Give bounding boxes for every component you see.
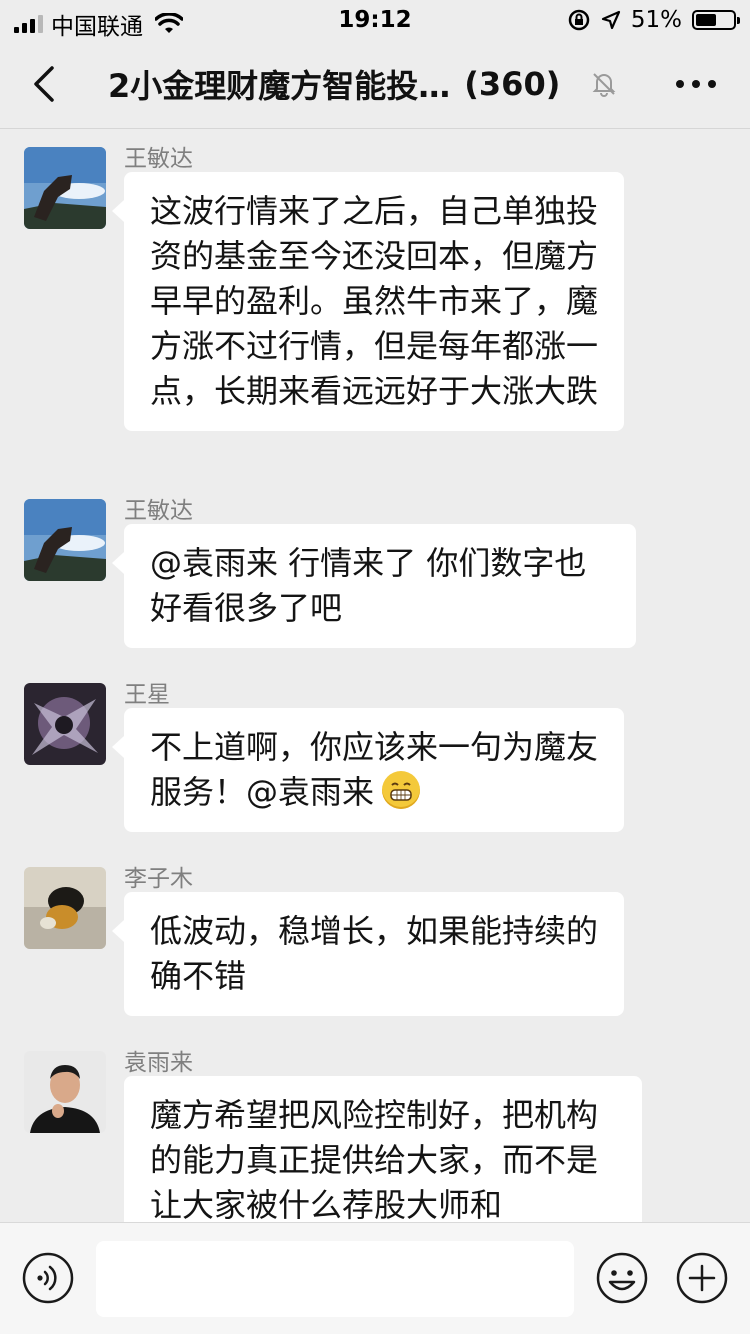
input-bar: [0, 1222, 750, 1334]
avatar[interactable]: [24, 499, 106, 581]
status-bar-right: 51%: [567, 7, 740, 33]
message-bubble[interactable]: 不上道啊，你应该来一句为魔友服务！@袁雨来: [112, 708, 624, 832]
sender-name: 王星: [124, 682, 170, 708]
rotation-lock-icon: [568, 9, 590, 31]
message-bubble[interactable]: 这波行情来了之后，自己单独投资的基金至今还没回本，但魔方早早的盈利。虽然牛市来了…: [112, 172, 624, 431]
plus-icon: [676, 1252, 728, 1304]
battery-percentage: 51%: [630, 7, 682, 33]
message-input[interactable]: [96, 1241, 574, 1317]
chevron-left-icon: [34, 66, 54, 102]
group-name: 2小金理财魔方智能投…: [108, 67, 451, 105]
message-bubble[interactable]: 魔方希望把风险控制好，把机构的能力真正提供给大家，而不是让大家被什么荐股大师和: [124, 1076, 642, 1222]
message-text: 不上道啊，你应该来一句为魔友服务！@袁雨来: [150, 728, 599, 811]
sender-name: 袁雨来: [124, 1050, 193, 1076]
chat-messages[interactable]: 王敏达 这波行情来了之后，自己单独投资的基金至今还没回本，但魔方早早的盈利。虽然…: [0, 129, 750, 1222]
message-text: @袁雨来 行情来了 你们数字也好看很多了吧: [150, 544, 587, 627]
grin-emoji-icon: [382, 771, 421, 809]
more-options-button[interactable]: [676, 72, 716, 96]
message-bubble[interactable]: 低波动，稳增长，如果能持续的确不错: [112, 892, 624, 1016]
sender-name: 王敏达: [124, 498, 193, 524]
member-count: (360): [464, 65, 561, 103]
voice-icon: [22, 1252, 74, 1304]
message-text: 低波动，稳增长，如果能持续的确不错: [150, 912, 599, 995]
voice-input-button[interactable]: [22, 1252, 74, 1304]
avatar[interactable]: [24, 147, 106, 229]
battery-icon: [692, 10, 740, 30]
message-text: 这波行情来了之后，自己单独投资的基金至今还没回本，但魔方早早的盈利。虽然牛市来了…: [150, 192, 599, 410]
nav-bar: 2小金理财魔方智能投… (360): [0, 40, 750, 129]
mute-bell-icon: [592, 73, 616, 97]
smiley-icon: [596, 1252, 648, 1304]
avatar[interactable]: [24, 867, 106, 949]
emoji-button[interactable]: [596, 1252, 648, 1304]
message-text: 魔方希望把风险控制好，把机构的能力真正提供给大家，而不是让大家被什么荐股大师和: [150, 1096, 599, 1222]
chat-title: 2小金理财魔方智能投… (360): [108, 62, 588, 106]
more-functions-button[interactable]: [676, 1252, 728, 1304]
location-arrow-icon: [601, 10, 620, 30]
sender-name: 李子木: [124, 866, 193, 892]
back-button[interactable]: [26, 62, 66, 106]
status-bar: 中国联通 19:12 51%: [0, 0, 750, 40]
avatar[interactable]: [24, 683, 106, 765]
message-bubble[interactable]: @袁雨来 行情来了 你们数字也好看很多了吧: [112, 524, 636, 648]
avatar[interactable]: [24, 1051, 106, 1133]
sender-name: 王敏达: [124, 146, 193, 172]
